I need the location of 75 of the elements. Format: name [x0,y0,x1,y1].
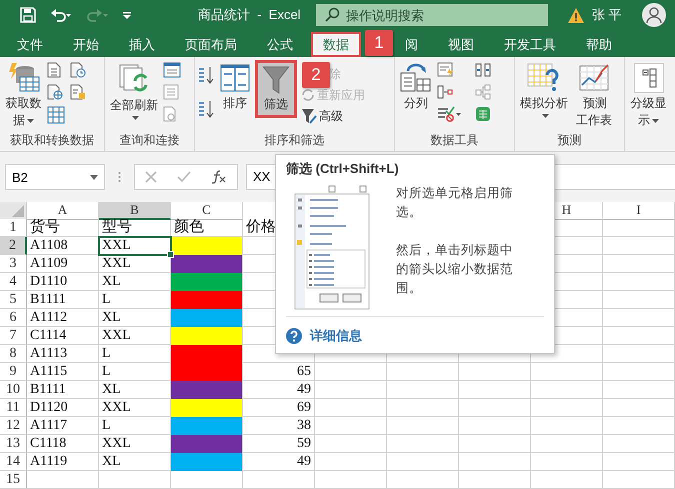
table-cell: A1119 [30,454,68,469]
tooltip-text: 对所选单元格启用筛选。 [396,185,514,221]
ribbon-tab[interactable]: 开始 [61,32,111,57]
ribbon-tab[interactable]: 文件 [5,32,55,57]
table-cell: C1114 [30,328,66,343]
row-header[interactable]: 1 [0,219,27,237]
group-label: 数据工具 [430,132,480,149]
get-data-button[interactable]: 获取数据 [2,60,46,132]
column-header[interactable]: B [99,202,171,220]
table-cell: A1115 [30,364,68,379]
user-name[interactable]: 张 平 [592,6,622,24]
window-title: 商品统计 - Excel [198,6,302,24]
name-box[interactable]: B2 [5,164,105,190]
callout-badge: 1 [365,30,393,56]
ribbon-tab[interactable]: 帮助 [574,32,624,57]
ribbon-tab[interactable]: 公式 [255,32,305,57]
table-cell: C1118 [30,436,66,451]
callout-badge: 2 [302,62,330,88]
column-header[interactable]: A [27,202,99,220]
table-cell: A1117 [30,418,68,433]
table-cell: XL [102,274,121,289]
table-cell: XXL [102,328,131,343]
table-cell: L [102,292,111,307]
table-cell: 65 [297,364,311,379]
ribbon-tab[interactable]: 插入 [117,32,167,57]
table-cell: 颜色 [174,219,204,235]
ribbon-tab[interactable]: 页面布局 [173,32,249,57]
table-cell: 69 [297,400,311,415]
table-cell: 价格 [246,219,276,235]
table-cell: XL [102,310,121,325]
table-cell: 型号 [102,219,132,235]
table-cell: L [102,418,111,433]
tooltip-text: 然后，单击列标题中的箭头以缩小数据范围。 [396,242,514,297]
table-cell: 38 [297,418,311,433]
refresh-all-button[interactable]: 全部刷新 [107,60,161,123]
table-cell: XL [102,382,121,397]
table-cell: A1108 [30,238,68,253]
sort-button[interactable]: 排序 [217,60,253,115]
table-cell: XXL [102,400,131,415]
ribbon-tab[interactable]: 阅 [393,32,430,57]
table-cell: 49 [297,382,311,397]
ribbon-tab[interactable]: 数据 [311,32,361,57]
table-cell: L [102,364,111,379]
table-cell: 货号 [30,219,60,235]
forecast-sheet-button[interactable]: 预测工作表 [573,60,616,132]
ribbon-tab[interactable]: 开发工具 [492,32,568,57]
column-header[interactable]: C [171,202,243,220]
table-cell: XXL [102,238,131,253]
group-label: 查询和连接 [118,132,180,149]
search-field[interactable]: 操作说明搜索 [316,4,548,26]
what-if-analysis-button[interactable]: 模拟分析 [517,60,571,121]
table-cell: 49 [297,454,311,469]
ribbon-tab[interactable]: 视图 [436,32,486,57]
table-cell: B1111 [30,382,66,397]
table-cell: L [102,346,111,361]
table-cell: B1111 [30,292,66,307]
table-cell: D1110 [30,274,68,289]
table-cell: 59 [297,436,311,451]
table-cell: XL [102,454,121,469]
row-header[interactable]: 2 [0,237,27,255]
text-to-columns-button[interactable]: 分列 [397,60,435,115]
outline-button[interactable]: 分级显示 [627,60,670,132]
table-cell: XXL [102,256,131,271]
group-label: 获取和转换数据 [9,132,95,149]
tooltip-title: 筛选 (Ctrl+Shift+L) [286,160,400,178]
more-info-link[interactable]: 详细信息 [310,327,362,345]
table-cell: D1120 [30,400,68,415]
table-cell: XXL [102,436,131,451]
group-label: 排序和筛选 [264,132,326,149]
table-cell: A1109 [30,256,68,271]
table-cell: A1113 [30,346,68,361]
group-label: 预测 [556,132,582,149]
filter-button[interactable]: 筛选 [255,60,297,118]
table-cell: A1112 [30,310,68,325]
advanced-button[interactable]: 高级 [299,106,367,126]
